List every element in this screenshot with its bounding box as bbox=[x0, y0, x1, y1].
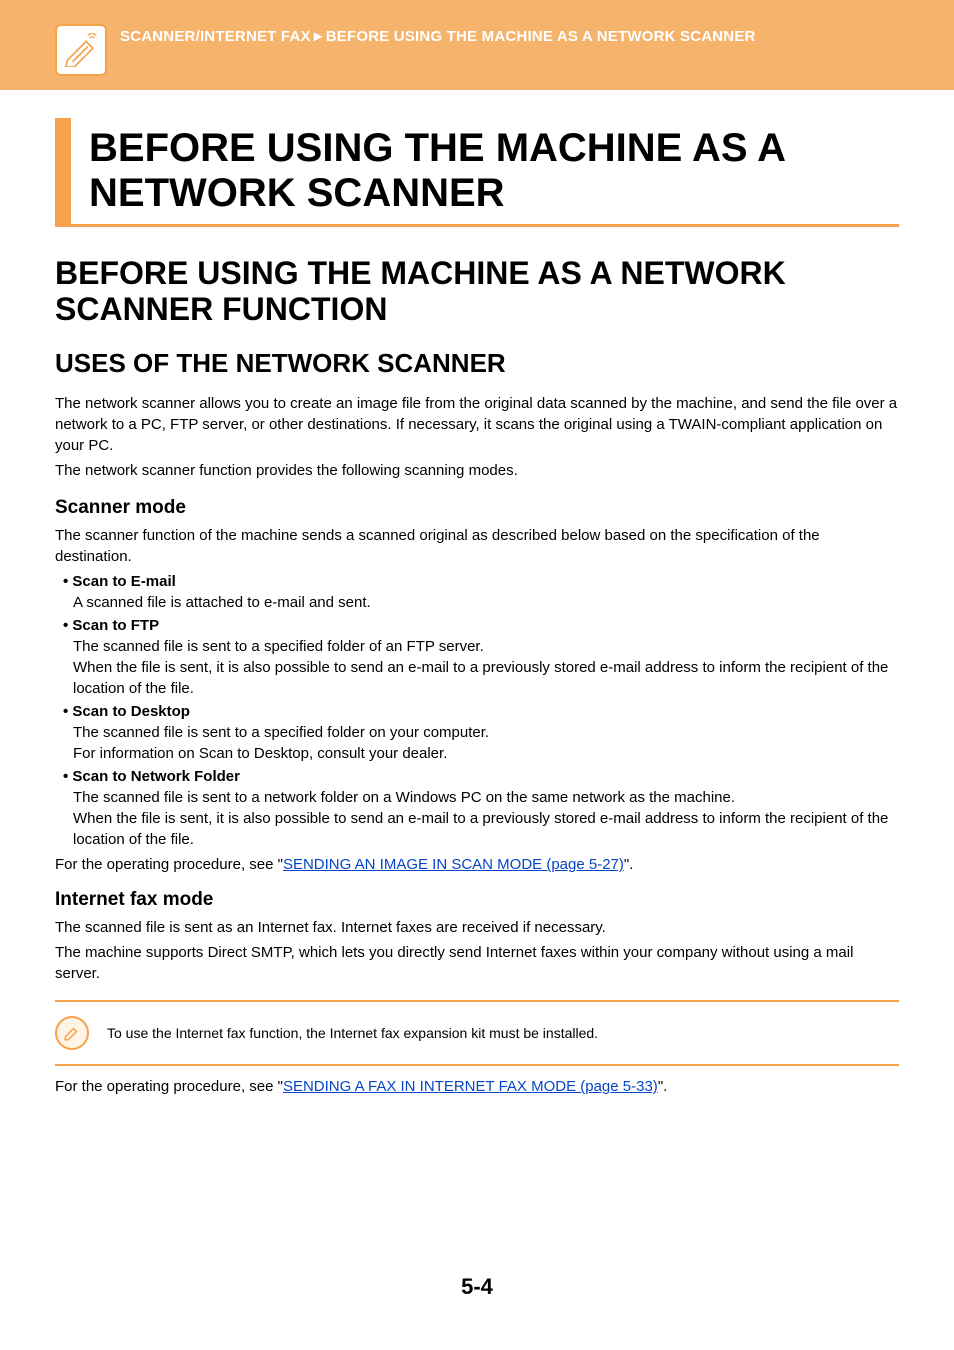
ifax-paragraph-2: The machine supports Direct SMTP, which … bbox=[55, 942, 899, 984]
ifax-mode-heading: Internet fax mode bbox=[55, 889, 899, 911]
list-item-title: Scan to Desktop bbox=[55, 703, 899, 720]
note-text: To use the Internet fax function, the In… bbox=[107, 1025, 598, 1041]
list-item-title: Scan to Network Folder bbox=[55, 768, 899, 785]
list-item-title: Scan to FTP bbox=[55, 617, 899, 634]
scanner-mode-heading: Scanner mode bbox=[55, 497, 899, 519]
scanner-mode-reference: For the operating procedure, see "SENDIN… bbox=[55, 856, 899, 873]
breadcrumb: SCANNER/INTERNET FAX►BEFORE USING THE MA… bbox=[120, 28, 756, 45]
list-item-body: The scanned file is sent to a specified … bbox=[55, 636, 899, 699]
note-icon bbox=[55, 1016, 89, 1050]
ifax-reference: For the operating procedure, see "SENDIN… bbox=[55, 1078, 899, 1095]
breadcrumb-page: BEFORE USING THE MACHINE AS A NETWORK SC… bbox=[326, 28, 756, 45]
subsection-title: USES OF THE NETWORK SCANNER bbox=[55, 348, 899, 379]
list-item-body: The scanned file is sent to a specified … bbox=[55, 722, 899, 764]
breadcrumb-section: SCANNER/INTERNET FAX bbox=[120, 28, 311, 45]
ifax-paragraph-1: The scanned file is sent as an Internet … bbox=[55, 917, 899, 938]
intro-paragraph-2: The network scanner function provides th… bbox=[55, 460, 899, 481]
ifax-mode-link[interactable]: SENDING A FAX IN INTERNET FAX MODE (page… bbox=[283, 1078, 658, 1095]
scan-mode-link[interactable]: SENDING AN IMAGE IN SCAN MODE (page 5-27… bbox=[283, 856, 624, 873]
list-item: Scan to FTP The scanned file is sent to … bbox=[55, 617, 899, 699]
list-item: Scan to E-mail A scanned file is attache… bbox=[55, 573, 899, 613]
list-item: Scan to Network Folder The scanned file … bbox=[55, 768, 899, 850]
page-title: BEFORE USING THE MACHINE AS A NETWORK SC… bbox=[89, 126, 899, 216]
page-content: BEFORE USING THE MACHINE AS A NETWORK SC… bbox=[0, 90, 954, 1095]
ref-suffix: ". bbox=[658, 1078, 668, 1095]
scanner-mode-list: Scan to E-mail A scanned file is attache… bbox=[55, 573, 899, 850]
section-title: BEFORE USING THE MACHINE AS A NETWORK SC… bbox=[55, 255, 899, 329]
document-header: SCANNER/INTERNET FAX►BEFORE USING THE MA… bbox=[0, 0, 954, 90]
ref-prefix: For the operating procedure, see " bbox=[55, 1078, 283, 1095]
scanner-mode-intro: The scanner function of the machine send… bbox=[55, 525, 899, 567]
list-item-body: The scanned file is sent to a network fo… bbox=[55, 787, 899, 850]
breadcrumb-separator: ► bbox=[311, 28, 326, 45]
ref-prefix: For the operating procedure, see " bbox=[55, 856, 283, 873]
scanner-icon bbox=[55, 24, 107, 76]
list-item-body: A scanned file is attached to e-mail and… bbox=[55, 592, 899, 613]
list-item-title: Scan to E-mail bbox=[55, 573, 899, 590]
ref-suffix: ". bbox=[624, 856, 634, 873]
list-item: Scan to Desktop The scanned file is sent… bbox=[55, 703, 899, 764]
note-box: To use the Internet fax function, the In… bbox=[55, 1000, 899, 1066]
intro-paragraph-1: The network scanner allows you to create… bbox=[55, 393, 899, 456]
h1-container: BEFORE USING THE MACHINE AS A NETWORK SC… bbox=[55, 118, 899, 227]
page-number: 5-4 bbox=[0, 1274, 954, 1300]
